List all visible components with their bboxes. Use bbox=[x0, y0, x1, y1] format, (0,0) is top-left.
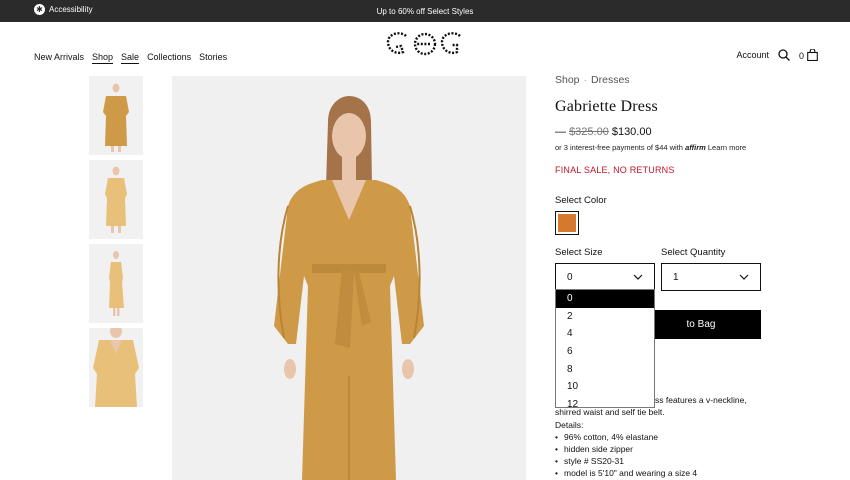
thumbnail-side[interactable] bbox=[89, 160, 143, 239]
main-product-image[interactable] bbox=[172, 76, 526, 480]
shopping-bag-icon bbox=[807, 49, 818, 61]
thumbnail-detail[interactable] bbox=[89, 328, 143, 407]
size-option-4[interactable]: 4 bbox=[556, 325, 654, 343]
color-swatch[interactable] bbox=[555, 211, 579, 235]
price: — $325.00 $130.00 bbox=[555, 126, 785, 138]
quantity-select-group: Select Quantity 1 bbox=[661, 247, 761, 291]
detail-item: model is 5'10" and wearing a size 4 bbox=[555, 467, 765, 479]
size-dropdown-list: 0 2 4 6 8 10 12 bbox=[555, 289, 655, 408]
original-price: $325.00 bbox=[569, 126, 609, 138]
product-info: Shop · Dresses Gabriette Dress — $325.00 $1… bbox=[555, 74, 785, 235]
main-nav: New Arrivals Shop Sale Collections Stori… bbox=[34, 52, 227, 64]
breadcrumb-dresses[interactable]: Dresses bbox=[591, 74, 630, 86]
nav-shop[interactable]: Shop bbox=[92, 52, 114, 64]
select-size-label: Select Size bbox=[555, 247, 603, 258]
select-color-label: Select Color bbox=[555, 195, 607, 206]
brand-logo[interactable] bbox=[384, 28, 466, 60]
size-option-8[interactable]: 8 bbox=[556, 361, 654, 379]
chevron-down-icon bbox=[739, 274, 749, 280]
final-sale-notice: FINAL SALE, NO RETURNS bbox=[555, 165, 675, 175]
select-quantity-label: Select Quantity bbox=[661, 247, 726, 258]
size-select-value: 0 bbox=[567, 271, 573, 283]
affirm-logo: affirm bbox=[685, 143, 706, 152]
nav-sale[interactable]: Sale bbox=[121, 52, 140, 64]
size-option-0[interactable]: 0 bbox=[556, 290, 654, 308]
details-label: Details: bbox=[555, 420, 584, 430]
site-header: New Arrivals Shop Sale Collections Stori… bbox=[0, 22, 850, 72]
nav-new-arrivals[interactable]: New Arrivals bbox=[34, 52, 84, 64]
size-select[interactable]: 0 bbox=[555, 263, 655, 291]
size-option-6[interactable]: 6 bbox=[556, 343, 654, 361]
thumbnail-front[interactable] bbox=[89, 76, 143, 155]
price-dash: — bbox=[555, 126, 566, 138]
affirm-financing: or 3 interest-free payments of $44 with … bbox=[555, 143, 785, 152]
size-option-10[interactable]: 10 bbox=[556, 378, 654, 396]
affirm-learn-more[interactable]: Learn more bbox=[708, 143, 746, 152]
affirm-text: or 3 interest-free payments of $44 with bbox=[555, 143, 683, 152]
details-list: 96% cotton, 4% elastane hidden side zipp… bbox=[555, 431, 765, 479]
size-select-group: Select Size 0 bbox=[555, 247, 655, 291]
search-icon[interactable] bbox=[778, 49, 790, 61]
thumbnail-gallery bbox=[89, 76, 143, 412]
product-title: Gabriette Dress bbox=[555, 98, 658, 115]
detail-item: style # SS20-31 bbox=[555, 455, 765, 467]
promo-text[interactable]: Up to 60% off Select Styles bbox=[0, 7, 850, 16]
size-option-12[interactable]: 12 bbox=[556, 396, 654, 407]
detail-item: hidden side zipper bbox=[555, 443, 765, 455]
nav-stories[interactable]: Stories bbox=[199, 52, 227, 64]
thumbnail-back[interactable] bbox=[89, 244, 143, 323]
cart-button[interactable]: 0 bbox=[799, 49, 818, 61]
size-option-2[interactable]: 2 bbox=[556, 308, 654, 326]
breadcrumb-separator: · bbox=[583, 74, 588, 86]
add-to-bag-label: to Bag bbox=[686, 319, 716, 330]
header-actions: Account 0 bbox=[736, 49, 818, 61]
announcement-bar: ✱ Accessibility Up to 60% off Select Sty… bbox=[0, 0, 850, 22]
breadcrumb: Shop · Dresses bbox=[555, 74, 785, 86]
detail-item: 96% cotton, 4% elastane bbox=[555, 431, 765, 443]
breadcrumb-shop[interactable]: Shop bbox=[555, 74, 580, 86]
quantity-select[interactable]: 1 bbox=[661, 263, 761, 291]
nav-collections[interactable]: Collections bbox=[147, 52, 191, 64]
account-link[interactable]: Account bbox=[736, 50, 769, 60]
cart-count: 0 bbox=[798, 51, 804, 61]
sale-price: $130.00 bbox=[611, 126, 652, 138]
chevron-down-icon bbox=[633, 274, 643, 280]
quantity-select-value: 1 bbox=[673, 271, 679, 283]
color-swatch-fill bbox=[558, 214, 576, 232]
